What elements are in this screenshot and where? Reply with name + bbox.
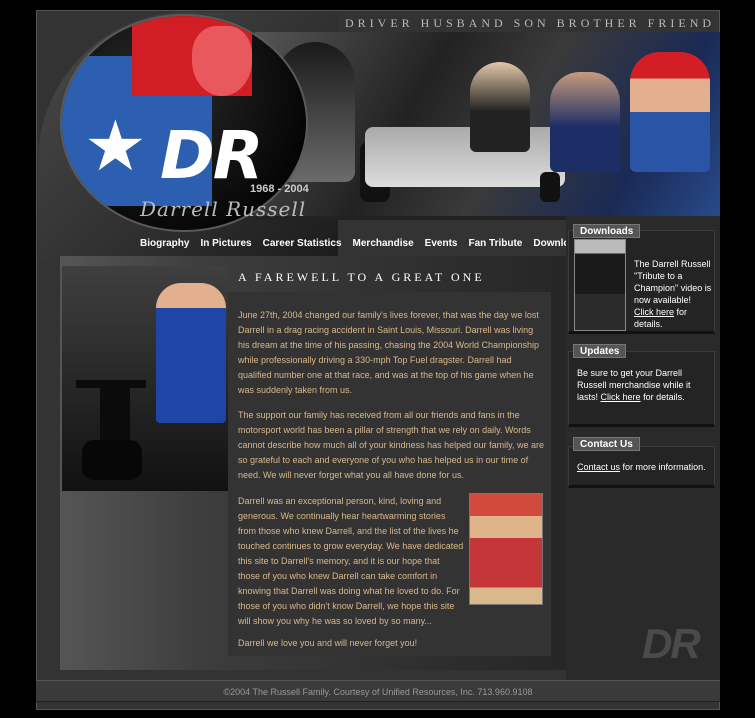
downloads-click-here-link[interactable]: Click here [634,307,674,317]
banner-person-2 [550,72,620,172]
updates-click-here-link[interactable]: Click here [601,392,641,402]
downloads-description: The Darrell Russell "Tribute to a Champi… [634,259,712,305]
banner-person-3 [630,52,710,172]
driver-photo [156,283,226,423]
footer-copyright: ©2004 The Russell Family. Courtesy of Un… [223,687,533,697]
dragster-frame [100,388,130,448]
banner-front-tire [540,172,560,202]
header-tagline: DRIVER HUSBAND SON BROTHER FRIEND [345,16,716,30]
nav-events[interactable]: Events [425,238,458,249]
banner-dragster [365,127,565,187]
dr-watermark: DR [642,620,701,667]
article-closing: Darrell we love you and will never forge… [238,638,418,648]
nav-biography[interactable]: Biography [140,238,189,249]
banner-person-1 [470,62,530,152]
trophy-photo [469,493,543,605]
nav-in-pictures[interactable]: In Pictures [200,238,251,249]
logo-initials: DR [160,117,264,194]
article-body: June 27th, 2004 changed our family's liv… [228,292,551,656]
article-paragraph: The support our family has received from… [238,410,544,480]
updates-after-link: for details. [643,392,685,402]
updates-text: Be sure to get your Darrell Russell merc… [577,367,707,403]
dragster-wing [76,380,146,388]
contact-text: Contact us for more information. [577,461,712,473]
texas-shape-icon: ★ [84,107,147,185]
updates-tab: Updates [573,344,627,358]
video-thumbnail[interactable] [574,239,626,331]
main-nav: Biography In Pictures Career Statistics … [140,238,587,249]
article-paragraph: June 27th, 2004 changed our family's liv… [238,310,539,395]
footer: ©2004 The Russell Family. Courtesy of Un… [36,680,720,702]
header-banner-photo [255,32,720,216]
contact-us-link[interactable]: Contact us [577,462,620,472]
logo-signature: Darrell Russell [140,197,307,221]
contact-tab: Contact Us [573,437,640,451]
dragster-tire [82,440,142,480]
article-paragraph: Darrell was an exceptional person, kind,… [238,496,464,626]
downloads-text: The Darrell Russell "Tribute to a Champi… [634,258,712,330]
logo-years: 1968 - 2004 [250,183,309,195]
nav-career-statistics[interactable]: Career Statistics [263,238,342,249]
page-title: A FAREWELL TO A GREAT ONE [238,270,485,284]
downloads-tab: Downloads [573,224,641,238]
contact-after-link: for more information. [622,462,706,472]
nav-fan-tribute[interactable]: Fan Tribute [468,238,522,249]
logo-portrait [192,26,252,96]
nav-merchandise[interactable]: Merchandise [353,238,414,249]
